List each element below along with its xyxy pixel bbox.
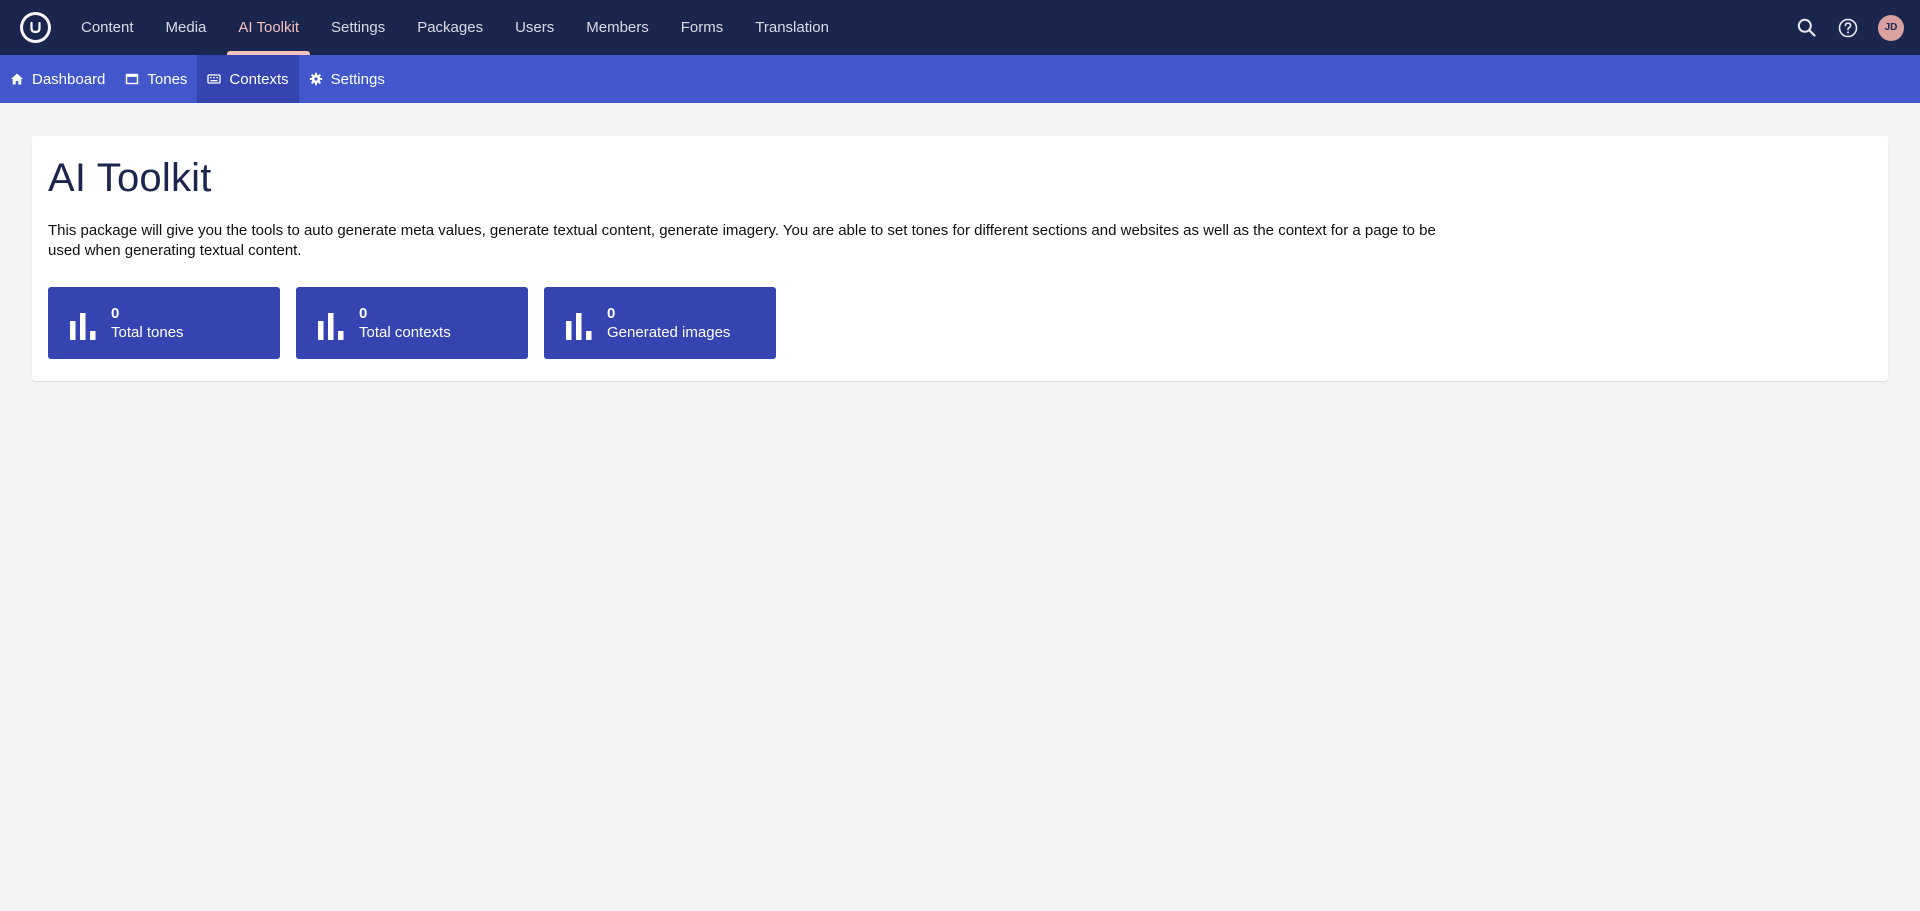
stats-row: 0 Total tones 0 Total contexts 0 Generat…	[48, 287, 1872, 359]
section-label: Packages	[417, 19, 484, 36]
umbraco-logo-button[interactable]	[20, 12, 51, 43]
home-icon	[10, 72, 24, 86]
subnav-label: Settings	[330, 70, 385, 88]
section-members[interactable]: Members	[575, 0, 660, 55]
section-label: Forms	[680, 19, 724, 36]
subnav-label: Tones	[147, 70, 188, 88]
subnav-item-settings[interactable]: Settings	[299, 55, 395, 103]
section-packages[interactable]: Packages	[406, 0, 494, 55]
sub-navigation: Dashboard Tones Contexts Settings	[0, 55, 1920, 103]
section-label: Settings	[331, 19, 386, 36]
stat-generated-images[interactable]: 0 Generated images	[544, 287, 776, 359]
window-icon	[125, 72, 139, 86]
section-label: Members	[586, 19, 649, 36]
section-translation[interactable]: Translation	[744, 0, 840, 55]
search-icon	[1797, 18, 1816, 37]
avatar-initials: JD	[1884, 22, 1898, 33]
section-label: Content	[81, 19, 134, 36]
subnav-item-tones[interactable]: Tones	[115, 55, 197, 103]
stat-label: Total contexts	[359, 323, 451, 341]
stat-value: 0	[359, 304, 368, 322]
subnav-item-dashboard[interactable]: Dashboard	[0, 55, 115, 103]
subnav-label: Dashboard	[32, 70, 106, 88]
section-forms[interactable]: Forms	[670, 0, 735, 55]
stat-label: Total tones	[111, 323, 184, 341]
subnav-label: Contexts	[229, 70, 289, 88]
stat-total-tones[interactable]: 0 Total tones	[48, 287, 280, 359]
search-button[interactable]	[1792, 14, 1820, 42]
umbraco-logo-icon	[23, 15, 48, 40]
section-label: Users	[515, 19, 555, 36]
page-title: AI Toolkit	[48, 156, 212, 200]
section-label: Media	[165, 19, 207, 36]
dashboard-card: AI Toolkit This package will give you th…	[32, 136, 1888, 381]
section-settings[interactable]: Settings	[320, 0, 396, 55]
user-avatar[interactable]: JD	[1878, 14, 1904, 41]
section-media[interactable]: Media	[155, 0, 218, 55]
section-users[interactable]: Users	[504, 0, 565, 55]
help-button[interactable]	[1834, 14, 1862, 42]
bar-chart-icon	[70, 313, 96, 340]
keyboard-icon	[207, 72, 222, 86]
section-content[interactable]: Content	[70, 0, 145, 55]
stat-value: 0	[607, 304, 616, 322]
stat-label: Generated images	[607, 323, 731, 341]
section-label: Translation	[755, 19, 829, 36]
stat-total-contexts[interactable]: 0 Total contexts	[296, 287, 528, 359]
section-navigation: Content Media AI Toolkit Settings Packag…	[70, 0, 850, 55]
help-icon	[1838, 18, 1858, 37]
package-description: This package will give you the tools to …	[48, 222, 1436, 259]
top-header: Content Media AI Toolkit Settings Packag…	[0, 0, 1920, 55]
bar-chart-icon	[566, 313, 592, 340]
section-ai-toolkit[interactable]: AI Toolkit	[227, 0, 310, 55]
subnav-item-contexts[interactable]: Contexts	[197, 55, 299, 103]
bar-chart-icon	[318, 313, 344, 340]
section-label: AI Toolkit	[238, 19, 299, 36]
header-tools: JD	[1792, 0, 1904, 55]
gear-icon	[309, 72, 323, 86]
stat-value: 0	[111, 304, 120, 322]
